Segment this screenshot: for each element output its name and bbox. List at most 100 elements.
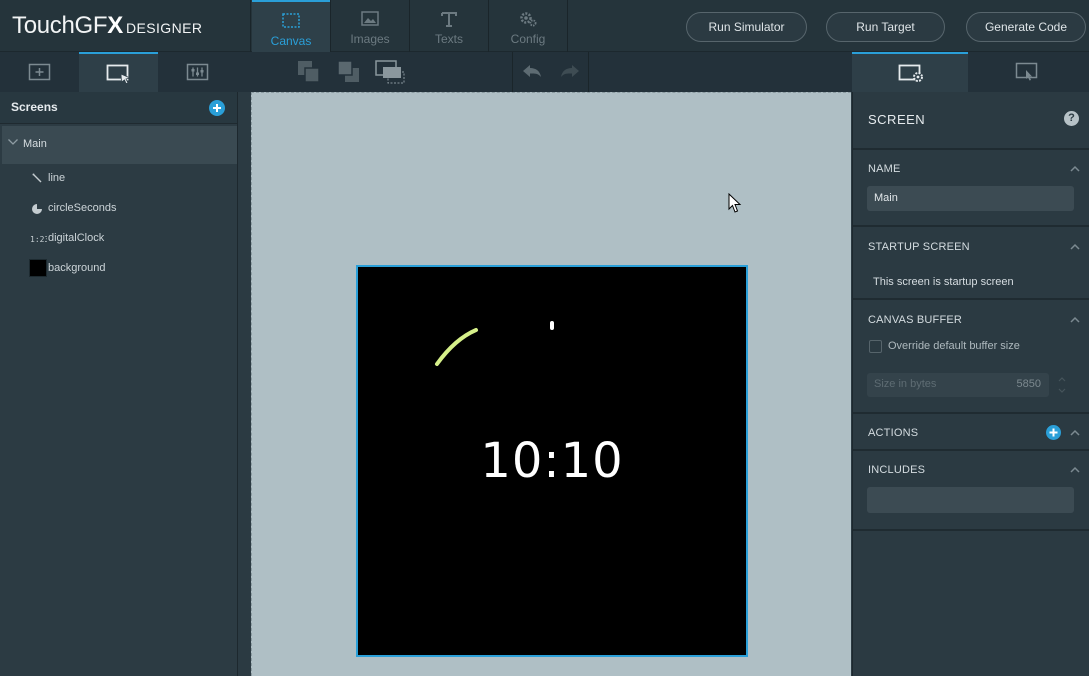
line-widget[interactable]: [550, 321, 554, 330]
screen-select-icon: [106, 64, 132, 84]
tree-item-background[interactable]: background: [0, 254, 237, 284]
tab-canvas[interactable]: Canvas: [252, 0, 330, 52]
container-icon: [375, 60, 405, 84]
svg-text:1:23: 1:23: [30, 235, 47, 244]
redo-button[interactable]: [555, 58, 583, 86]
properties-panel: SCREEN ? NAME Main STARTUP SCREEN This s…: [852, 92, 1089, 676]
name-input[interactable]: Main: [867, 186, 1074, 211]
screen-preview[interactable]: 10:10: [356, 265, 748, 657]
chevron-up-icon[interactable]: [1070, 466, 1080, 473]
bring-forward-button[interactable]: [295, 58, 323, 86]
buffer-size-value: 5850: [1016, 378, 1041, 390]
chevron-up-icon[interactable]: [1070, 316, 1080, 323]
tab-screens[interactable]: [79, 52, 158, 92]
divider: [588, 52, 589, 92]
buffer-size-input: Size in bytes 5850: [867, 373, 1049, 397]
section-title: STARTUP SCREEN: [868, 241, 970, 253]
includes-section: INCLUDES: [853, 451, 1089, 531]
logo-subtitle: DESIGNER: [126, 20, 203, 36]
startup-screen-text: This screen is startup screen: [873, 276, 1014, 288]
canvas-icon: [282, 13, 300, 28]
section-title: ACTIONS: [868, 427, 919, 439]
circle-icon: [32, 204, 42, 214]
tab-texts-label: Texts: [434, 32, 463, 46]
override-buffer-checkbox[interactable]: [869, 340, 882, 353]
generate-code-button[interactable]: Generate Code: [966, 12, 1086, 42]
screen-settings-icon: [898, 64, 923, 82]
mouse-cursor-icon: [728, 193, 742, 213]
chevron-up-icon[interactable]: [1070, 243, 1080, 250]
digital-clock-icon: 1:23: [30, 235, 47, 244]
properties-icon: [186, 63, 209, 81]
add-screen-button[interactable]: [209, 100, 225, 116]
send-backward-button[interactable]: [335, 58, 363, 86]
container-button[interactable]: [374, 58, 405, 86]
tab-add-widget[interactable]: [0, 52, 79, 92]
redo-icon: [561, 65, 579, 77]
chevron-down-icon: [8, 139, 18, 145]
tree-item-label: circleSeconds: [48, 202, 117, 214]
add-action-button[interactable]: [1046, 425, 1061, 440]
run-simulator-button[interactable]: Run Simulator: [686, 12, 807, 42]
panel-title: SCREEN: [868, 112, 926, 127]
canvas-toolbar: [238, 52, 852, 92]
canvas-buffer-section: CANVAS BUFFER Override default buffer si…: [853, 300, 1089, 414]
checkbox-label: Override default buffer size: [888, 340, 1020, 352]
chevron-up-icon[interactable]: [1070, 429, 1080, 436]
texts-icon: [441, 12, 457, 27]
images-icon: [361, 11, 379, 26]
actions-section: ACTIONS: [853, 414, 1089, 451]
tab-config-label: Config: [510, 32, 546, 46]
tab-properties[interactable]: [158, 52, 237, 92]
divider: [512, 52, 513, 92]
left-panel-tabs: [0, 52, 238, 92]
digital-clock-text[interactable]: 10:10: [358, 433, 746, 489]
tree-item-main-screen[interactable]: Main: [2, 126, 237, 164]
screen-header-section: SCREEN ?: [853, 92, 1089, 150]
config-icon: [520, 12, 537, 27]
line-icon: [32, 173, 42, 183]
interaction-icon: [1015, 62, 1038, 81]
tab-texts[interactable]: Texts: [410, 0, 488, 52]
divider: [250, 0, 251, 52]
screens-header: Screens: [0, 92, 237, 124]
top-bar: TouchGFX DESIGNER Canvas Images Texts Con…: [0, 0, 1089, 52]
tree-item-label: background: [48, 262, 106, 274]
tab-screen-properties[interactable]: [852, 52, 968, 92]
tab-images-label: Images: [350, 32, 390, 46]
tree-item-circle-seconds[interactable]: circleSeconds: [0, 194, 237, 224]
plus-icon: [213, 104, 221, 112]
logo-brand: TouchGFX: [12, 12, 123, 39]
help-icon[interactable]: ?: [1064, 111, 1079, 126]
undo-button[interactable]: [519, 58, 547, 86]
bring-forward-icon: [298, 61, 320, 83]
tree-item-label: Main: [23, 138, 47, 150]
screens-title: Screens: [11, 100, 58, 114]
box-icon: [29, 259, 47, 277]
tree-item-label: line: [48, 172, 66, 184]
tab-images[interactable]: Images: [331, 0, 409, 52]
tab-config[interactable]: Config: [489, 0, 567, 52]
tree-item-label: digitalClock: [48, 232, 105, 244]
send-backward-icon: [337, 60, 359, 82]
name-section: NAME Main: [853, 150, 1089, 227]
plus-icon: [1049, 428, 1058, 437]
tree-item-line[interactable]: line: [0, 164, 237, 194]
spinner-arrows-icon: [1058, 377, 1066, 393]
screens-panel: Screens Main line circleSeconds 1:23 dig…: [0, 92, 238, 676]
tab-interactions[interactable]: [968, 52, 1084, 92]
run-target-button[interactable]: Run Target: [826, 12, 945, 42]
app-logo: TouchGFX DESIGNER: [12, 12, 202, 42]
canvas-area[interactable]: 10:10: [251, 92, 851, 676]
tree-item-digital-clock[interactable]: 1:23 digitalClock: [0, 224, 237, 254]
undo-icon: [523, 65, 541, 77]
chevron-up-icon[interactable]: [1070, 165, 1080, 172]
includes-input[interactable]: [867, 487, 1074, 513]
divider: [567, 0, 568, 52]
add-widget-icon: [28, 63, 51, 81]
buffer-size-placeholder: Size in bytes: [874, 378, 937, 390]
tab-canvas-label: Canvas: [270, 34, 312, 48]
section-title: CANVAS BUFFER: [868, 314, 963, 326]
section-title: NAME: [868, 163, 901, 175]
right-panel-tabs: [852, 52, 1089, 92]
